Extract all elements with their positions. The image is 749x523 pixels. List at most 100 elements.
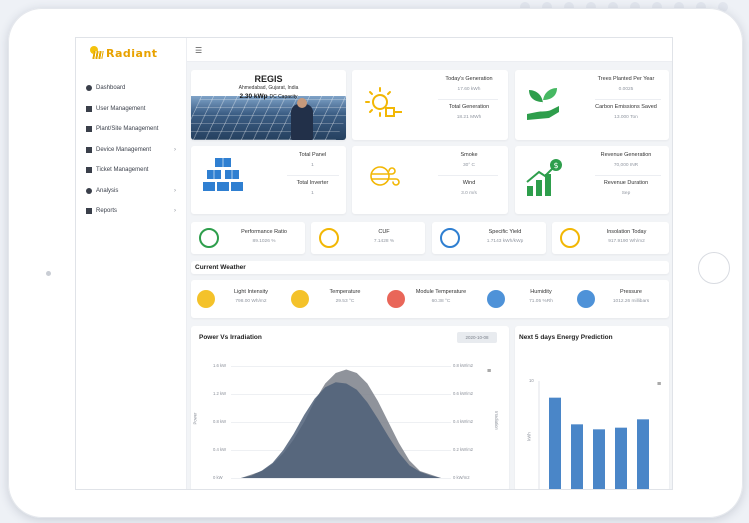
metric-value: Specific Yield 1.7143 kWh/kWp xyxy=(486,229,524,244)
camera-dot xyxy=(46,271,51,276)
site-card[interactable]: REGIS Ahmedabad, Gujarat, India 2.30 kWp… xyxy=(191,70,346,140)
sidebar-item-label: Analysis xyxy=(96,187,119,194)
weather-panel: Light Intensity 798.00 Wh/m2 Temperature 29… xyxy=(191,280,669,318)
weather-title: Current Weather xyxy=(195,264,246,271)
irradiation-ylabel: Irradiation xyxy=(493,411,499,430)
prediction-chart-card: Next 5 days Energy Prediction 10 kWh ≡ xyxy=(515,326,669,490)
solar-panel-stack-icon xyxy=(203,158,243,191)
brand-name: Radiant xyxy=(106,46,158,60)
prediction-chart-plot xyxy=(538,381,649,490)
right-tick-label: 0.2 kW/m2 xyxy=(453,447,474,452)
date-picker-button[interactable]: 2020-10-08 xyxy=(457,332,497,343)
generation-card: Today's Generation 17.60 kWh Total Gener… xyxy=(352,70,508,140)
building-icon xyxy=(86,126,92,133)
prediction-bar[interactable] xyxy=(593,429,605,490)
prediction-bar[interactable] xyxy=(549,397,561,490)
site-name: REGIS xyxy=(254,74,283,84)
weather-label: Temperature xyxy=(329,289,361,295)
metric-value: CUF 7.1428 % xyxy=(373,229,395,244)
weather-item: Module Temperature 60.38 °C xyxy=(387,280,479,318)
solar-plug-icon xyxy=(365,87,402,117)
gauge-icon xyxy=(199,228,219,248)
revenue-generation: Revenue Generation 70,000 INR xyxy=(600,152,652,168)
total-inverter: Total Inverter 1 xyxy=(296,180,329,196)
weather-value: 798.00 Wh/m2 xyxy=(235,299,267,304)
smoke-reading: Smoke 30° C xyxy=(460,152,478,168)
power-chart-card: Power Vs Irradiation 2020-10-08 Power Ir… xyxy=(191,326,509,489)
weather-value: 29.53 °C xyxy=(335,299,355,304)
weather-item: Pressure 1012.26 millibars xyxy=(577,280,669,318)
weather-item: Humidity 71.05 %Rh xyxy=(487,280,579,318)
user-icon xyxy=(86,105,92,112)
sidebar-item-analysis[interactable]: Analysis › xyxy=(76,181,186,202)
carbon-saved: Carbon Emissions Saved 13.000 Ton xyxy=(595,104,657,120)
sidebar-item-dashboard[interactable]: Dashboard xyxy=(76,78,186,99)
prediction-bar[interactable] xyxy=(615,427,627,490)
chevron-right-icon: › xyxy=(174,146,176,153)
reports-icon xyxy=(86,208,92,215)
power-chart-title: Power Vs Irradiation xyxy=(199,334,262,341)
left-tick-label: 1.2 kW xyxy=(213,391,227,396)
environment-impact-card: Trees Planted Per Year 0.0025 Carbon Emi… xyxy=(515,70,669,140)
weather-label: Pressure xyxy=(619,289,642,295)
insolation-icon xyxy=(560,228,580,248)
revenue-card: $ Revenue Generation 70,000 INR Revenue … xyxy=(515,146,669,214)
solar-logo-icon xyxy=(90,46,104,60)
panels-card: Total Panel 1 Total Inverter 1 xyxy=(191,146,346,214)
smoke-wind-card: Smoke 30° C Wind 3.0 m/s xyxy=(352,146,508,214)
sidebar-item-label: Dashboard xyxy=(96,85,126,92)
chevron-right-icon: › xyxy=(174,208,176,215)
metric-card: Insolation Today 917.9190 Wh/m2 xyxy=(552,222,669,254)
left-tick-label: 0.8 kW xyxy=(213,419,227,424)
site-capacity: 2.30 kWp DC Capacity xyxy=(239,93,298,100)
sidebar-item-ticket-management[interactable]: Ticket Management xyxy=(76,160,186,181)
wind-sun-icon xyxy=(370,166,400,186)
weather-label: Humidity xyxy=(530,289,552,295)
svg-text:$: $ xyxy=(553,161,558,170)
menu-toggle-icon[interactable]: ☰ xyxy=(195,46,202,55)
left-tick-label: 1.6 kW xyxy=(213,363,227,368)
prediction-bar[interactable] xyxy=(571,424,583,490)
left-tick-label: 0 kW xyxy=(213,475,223,480)
right-tick-label: 0 kW/m2 xyxy=(453,475,470,480)
metric-card: Specific Yield 1.7143 kWh/kWp xyxy=(432,222,546,254)
weather-value: 1012.26 millibars xyxy=(612,299,650,304)
top-bar: ☰ xyxy=(187,38,672,62)
metric-value: Performance Ratio 89.1026 % xyxy=(241,229,287,244)
prediction-ylabel: kWh xyxy=(526,432,532,441)
metric-value: Insolation Today 917.9190 Wh/m2 xyxy=(606,229,647,244)
home-button[interactable] xyxy=(698,252,730,284)
revenue-growth-icon: $ xyxy=(526,159,562,196)
revenue-duration: Revenue Duration Sep xyxy=(603,180,649,196)
total-generation: Total Generation 18.21 MWh xyxy=(448,104,490,120)
sidebar-item-plant-site-management[interactable]: Plant/Site Management xyxy=(76,119,186,140)
ticket-icon xyxy=(86,167,92,174)
wind-reading: Wind 3.0 m/s xyxy=(461,180,477,196)
power-chart-plot xyxy=(241,369,441,478)
module-temp-icon xyxy=(387,290,405,308)
sidebar-item-user-management[interactable]: User Management xyxy=(76,99,186,120)
right-tick-label: 0.8 kW/m2 xyxy=(453,363,474,368)
weather-header: Current Weather xyxy=(191,261,669,274)
total-panel: Total Panel 1 xyxy=(298,152,327,168)
sidebar-item-label: User Management xyxy=(96,105,146,112)
dashboard-icon xyxy=(86,85,92,92)
sidebar-item-label: Device Management xyxy=(96,146,152,153)
sidebar-item-device-management[interactable]: Device Management › xyxy=(76,140,186,161)
site-photo xyxy=(191,96,346,140)
wind-pressure-icon xyxy=(577,290,595,308)
right-tick-label: 0.4 kW/m2 xyxy=(453,419,474,424)
dashboard-screen: Radiant Dashboard User Management Plant/Si… xyxy=(75,37,673,490)
sidebar: Radiant Dashboard User Management Plant/Si… xyxy=(76,38,187,489)
weather-value: 71.05 %Rh xyxy=(529,299,553,304)
weather-value: 60.38 °C xyxy=(431,299,451,304)
sidebar-item-reports[interactable]: Reports › xyxy=(76,201,186,222)
brand-logo[interactable]: Radiant xyxy=(90,46,158,60)
power-ylabel: Power xyxy=(192,412,198,425)
chart-menu-icon[interactable]: ≡ xyxy=(487,368,491,375)
trees-planted: Trees Planted Per Year 0.0025 xyxy=(597,76,655,92)
analysis-icon xyxy=(86,187,92,194)
prediction-bar[interactable] xyxy=(637,419,649,490)
sidebar-nav: Dashboard User Management Plant/Site Manag… xyxy=(76,78,186,222)
sidebar-item-label: Plant/Site Management xyxy=(96,126,159,133)
